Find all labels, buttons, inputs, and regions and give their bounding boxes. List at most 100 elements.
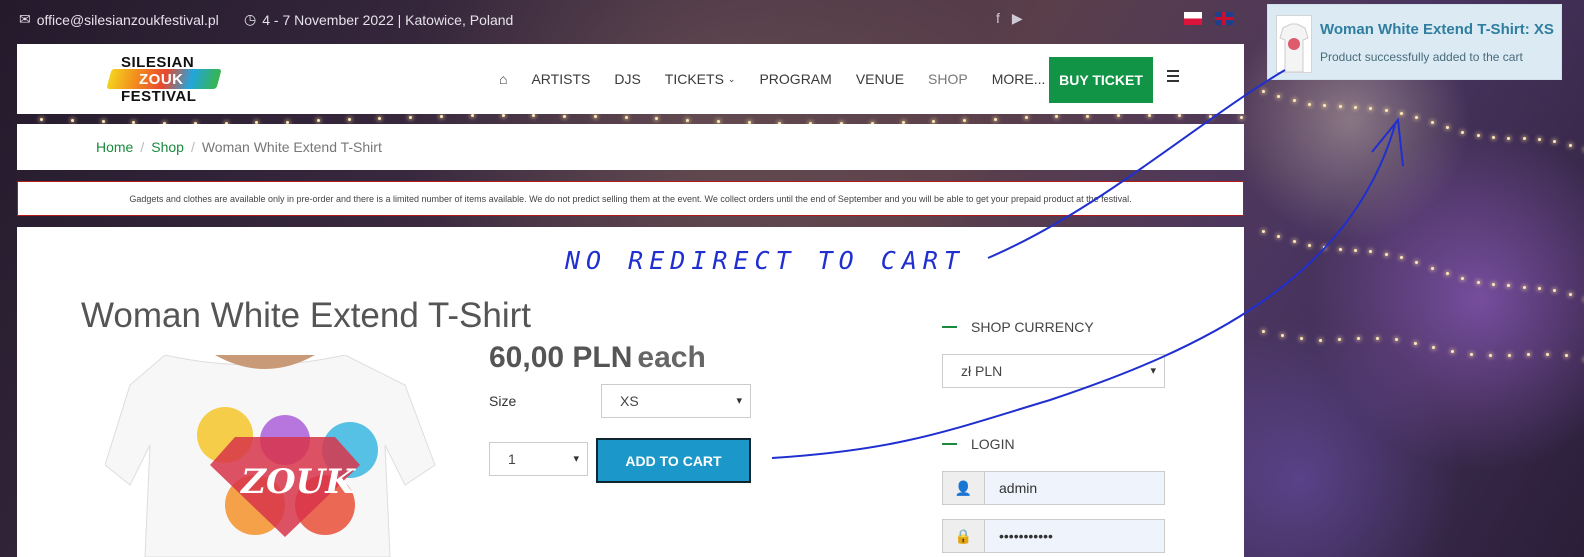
light-dot <box>1565 354 1569 358</box>
light-dot <box>1323 104 1327 108</box>
light-dot <box>716 119 720 123</box>
light-dot <box>1430 266 1434 270</box>
light-dot <box>378 117 382 121</box>
event-dates: ◷ 4 - 7 November 2022 | Katowice, Poland <box>244 11 514 28</box>
light-dot <box>1400 112 1403 116</box>
light-dot <box>1508 353 1512 357</box>
light-dot <box>563 114 567 118</box>
home-icon[interactable]: ⌂ <box>487 71 519 87</box>
breadcrumb-shop[interactable]: Shop <box>151 139 184 155</box>
light-dot <box>1538 286 1541 290</box>
light-dot <box>1492 135 1495 139</box>
light-dot <box>1338 247 1342 251</box>
light-dot <box>1318 338 1322 342</box>
username-field[interactable]: 👤 admin <box>942 471 1165 505</box>
light-dot <box>1430 121 1434 125</box>
nav-tickets[interactable]: TICKETS ⌄ <box>653 71 748 87</box>
pl-flag-icon[interactable] <box>1184 12 1202 25</box>
light-dot <box>409 115 413 119</box>
light-dot <box>1292 99 1296 103</box>
light-dot <box>1024 116 1028 120</box>
light-dot <box>1356 337 1360 341</box>
light-dot <box>1354 248 1357 252</box>
light-dot <box>1546 352 1550 356</box>
light-dot <box>1476 280 1480 284</box>
toast-title: Woman White Extend T-Shirt: XS <box>1320 21 1554 38</box>
shirt-print-text: ZOUK <box>239 462 356 502</box>
menu-icon[interactable] <box>1167 70 1179 85</box>
currency-select[interactable]: zł PLN ▾ <box>942 354 1165 388</box>
facebook-icon[interactable]: f <box>996 10 1000 27</box>
light-dot <box>501 114 505 118</box>
preorder-notice: Gadgets and clothes are available only i… <box>17 181 1244 216</box>
nav-djs[interactable]: DJS <box>602 71 652 87</box>
light-dot <box>593 115 597 119</box>
toast-product-thumbnail <box>1276 15 1312 73</box>
light-dot <box>1400 256 1403 260</box>
cart-toast[interactable]: Woman White Extend T-Shirt: XS Product s… <box>1267 4 1562 80</box>
chevron-down-icon: ▾ <box>1150 365 1156 377</box>
light-dot <box>686 118 690 122</box>
add-to-cart-button[interactable]: ADD TO CART <box>596 438 751 483</box>
buy-ticket-button[interactable]: BUY TICKET <box>1049 57 1153 103</box>
light-dot <box>1178 114 1182 118</box>
product-title: Woman White Extend T-Shirt <box>81 296 531 335</box>
login-title: LOGIN <box>942 436 1015 452</box>
password-field[interactable]: 🔒 ••••••••••• <box>942 519 1165 553</box>
clock-icon: ◷ <box>244 11 257 27</box>
light-dot <box>1461 276 1465 280</box>
light-dot <box>1147 114 1151 117</box>
light-dot <box>440 114 443 118</box>
light-dot <box>993 117 997 121</box>
light-dot <box>963 118 967 122</box>
light-dot <box>655 117 659 121</box>
en-flag-icon[interactable] <box>1215 12 1233 25</box>
light-dot <box>1432 346 1436 350</box>
light-dot <box>1354 106 1357 109</box>
light-dot <box>1507 284 1511 288</box>
site-logo[interactable]: SILESIAN ZOUK FESTIVAL <box>101 52 223 106</box>
light-dot <box>1538 138 1541 142</box>
light-dot <box>1489 354 1493 358</box>
lock-icon: 🔒 <box>943 520 985 552</box>
breadcrumb: Home / Shop / Woman White Extend T-Shirt <box>17 124 1244 170</box>
breadcrumb-home[interactable]: Home <box>96 139 133 155</box>
user-icon: 👤 <box>943 472 985 504</box>
light-dot <box>1568 143 1572 147</box>
light-dot <box>1086 114 1090 118</box>
envelope-icon: ✉ <box>19 11 31 27</box>
light-dot <box>1262 90 1265 93</box>
site-header: SILESIAN ZOUK FESTIVAL ⌂ ARTISTS DJS TIC… <box>17 44 1244 114</box>
light-dot <box>1240 115 1243 119</box>
nav-shop[interactable]: SHOP <box>916 71 980 87</box>
light-dot <box>1522 285 1526 289</box>
size-select[interactable]: XS ▾ <box>601 384 751 418</box>
light-dot <box>1461 130 1465 134</box>
light-dot <box>1369 106 1373 110</box>
light-dot <box>1055 115 1059 119</box>
chevron-down-icon: ▾ <box>573 453 579 465</box>
light-dot <box>101 120 105 124</box>
size-label: Size <box>489 393 517 409</box>
light-dot <box>1446 272 1449 276</box>
top-bar: ✉ office@silesianzoukfestival.pl ◷ 4 - 7… <box>0 0 1260 40</box>
light-dot <box>1375 337 1379 341</box>
quantity-select[interactable]: 1 ▾ <box>489 442 588 476</box>
contact-email[interactable]: ✉ office@silesianzoukfestival.pl <box>19 11 219 28</box>
light-dot <box>1323 246 1327 250</box>
chevron-down-icon: ▾ <box>736 395 742 407</box>
shop-currency-title: SHOP CURRENCY <box>942 319 1094 335</box>
social-links: f ▶ <box>996 10 1023 27</box>
nav-venue[interactable]: VENUE <box>844 71 916 87</box>
nav-artists[interactable]: ARTISTS <box>519 71 602 87</box>
youtube-icon[interactable]: ▶ <box>1012 10 1023 27</box>
light-dot <box>1308 102 1311 106</box>
breadcrumb-current: Woman White Extend T-Shirt <box>201 139 382 155</box>
light-dot <box>1568 293 1572 297</box>
light-dot <box>1308 243 1311 247</box>
light-dot <box>1451 350 1455 354</box>
chevron-down-icon: ⌄ <box>727 73 736 84</box>
light-dot <box>1476 133 1480 137</box>
light-dot <box>40 118 43 121</box>
nav-program[interactable]: PROGRAM <box>747 71 843 87</box>
